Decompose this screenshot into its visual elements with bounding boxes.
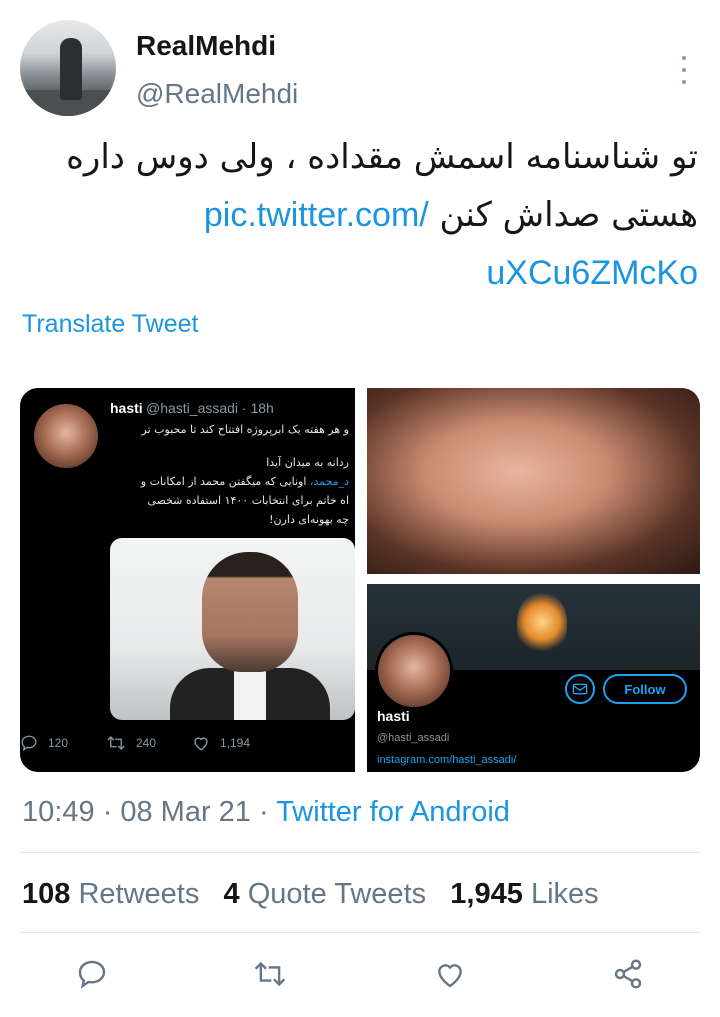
- media-portrait-photo[interactable]: [367, 388, 700, 574]
- tweet-stats: 108 Retweets 4 Quote Tweets 1,945 Likes: [22, 878, 599, 911]
- banner-flame-deer: [517, 592, 567, 652]
- divider-bottom: [20, 932, 700, 933]
- retweets-stat[interactable]: 108 Retweets: [22, 878, 199, 910]
- reply-icon: [21, 735, 37, 752]
- media-embedded-tweet-screenshot[interactable]: hasti @hasti_assadi · 18h و هر هفته یک ا…: [20, 388, 355, 772]
- likes-count: 1,945: [450, 878, 523, 910]
- embedded-replies-count: 120: [48, 736, 69, 750]
- embedded-retweet: 240: [106, 734, 156, 752]
- embedded-photo-shirt: [234, 670, 266, 720]
- display-name[interactable]: RealMehdi: [136, 30, 276, 62]
- tweet-date: 08 Mar 21: [120, 796, 251, 828]
- tweet-text: تو شناسنامه اسمش مقداده ، ولی دوس داره ه…: [18, 128, 698, 302]
- divider-top: [20, 852, 700, 853]
- quotes-label: Quote Tweets: [247, 878, 427, 910]
- embedded-hashtag: د_محمد،: [309, 475, 349, 488]
- embedded-photo: [110, 538, 355, 720]
- tweet-media-grid: hasti @hasti_assadi · 18h و هر هفته یک ا…: [20, 388, 700, 772]
- tweet-text-line2-prefix: هستی صداش کنن: [428, 195, 698, 235]
- embedded-line3: د_محمد، اونایی که میگفتن محمد از امکانات…: [109, 472, 349, 491]
- reply-button[interactable]: [72, 954, 112, 994]
- embedded-line2: ردانه به میدان آیدا: [266, 456, 349, 469]
- profile-link: instagram.com/hasti_assadi/: [377, 754, 517, 766]
- heart-icon: [194, 737, 208, 751]
- embedded-likes-count: 1,194: [220, 736, 251, 750]
- retweets-count: 108: [22, 878, 71, 910]
- tweet-text-line1: تو شناسنامه اسمش مقداده ، ولی دوس داره: [66, 137, 698, 177]
- retweet-icon: [254, 961, 286, 987]
- embedded-like: 1,194: [192, 734, 250, 752]
- likes-label: Likes: [530, 878, 599, 910]
- profile-avatar: [375, 632, 453, 710]
- retweet-icon: [107, 736, 125, 750]
- embedded-text: و هر هفته یک ابرپروژه افتتاح کند تا محبو…: [109, 420, 349, 529]
- meta-separator-1: ·: [94, 796, 121, 828]
- retweet-button[interactable]: [250, 954, 290, 994]
- embedded-photo-head: [202, 552, 298, 672]
- quotes-count: 4: [223, 878, 240, 910]
- embedded-handle: @hasti_assadi · 18h: [146, 400, 274, 416]
- embedded-line3-text: اونایی که میگفتن محمد از امکانات و: [140, 475, 307, 488]
- tweet-actions: [0, 954, 720, 998]
- embedded-avatar: [34, 404, 98, 468]
- user-avatar[interactable]: [20, 20, 116, 116]
- embedded-retweets-count: 240: [136, 736, 157, 750]
- tweet-meta: 10:49 · 08 Mar 21 · Twitter for Android: [22, 796, 510, 829]
- profile-name: hasti: [377, 708, 410, 724]
- embedded-line1: و هر هفته یک ابرپروژه افتتاح کند تا محبو…: [141, 423, 349, 436]
- message-icon: [565, 674, 595, 704]
- tweet-media-link-b[interactable]: uXCu6ZMcKo: [486, 254, 698, 292]
- meta-separator-2: ·: [250, 796, 277, 828]
- profile-handle: @hasti_assadi: [377, 732, 450, 744]
- quotes-stat[interactable]: 4 Quote Tweets: [224, 878, 427, 910]
- embedded-actions: 120 240 1,194: [20, 734, 355, 758]
- tweet-media-link-a[interactable]: pic.twitter.com/: [204, 196, 429, 234]
- tweet-text-line2: هستی صداش کنن pic.twitter.com/: [18, 186, 698, 244]
- embedded-line4: اه خاتم برای انتخابات ۱۴۰۰ استفاده شخصی: [147, 494, 349, 507]
- tweet-text-line3: uXCu6ZMcKo: [18, 244, 698, 302]
- likes-stat[interactable]: 1,945 Likes: [450, 878, 598, 910]
- translate-tweet-link[interactable]: Translate Tweet: [22, 310, 198, 339]
- avatar-photo-person: [60, 38, 82, 100]
- tweet-source-link[interactable]: Twitter for Android: [276, 796, 510, 828]
- media-profile-screenshot[interactable]: Follow hasti @hasti_assadi instagram.com…: [367, 584, 700, 772]
- share-icon: [614, 959, 642, 989]
- follow-button: Follow: [603, 674, 687, 704]
- more-options-icon[interactable]: [674, 56, 694, 84]
- heart-icon: [438, 964, 462, 988]
- reply-icon: [78, 960, 106, 989]
- embedded-line5: چه بهونه‌ای دارن!: [269, 513, 349, 526]
- embedded-name: hasti: [110, 400, 143, 416]
- tweet-time: 10:49: [22, 796, 95, 828]
- like-button[interactable]: [430, 954, 470, 994]
- share-button[interactable]: [608, 954, 648, 994]
- retweets-label: Retweets: [78, 878, 200, 910]
- embedded-reply: 120: [20, 734, 68, 752]
- user-handle[interactable]: @RealMehdi: [136, 78, 298, 110]
